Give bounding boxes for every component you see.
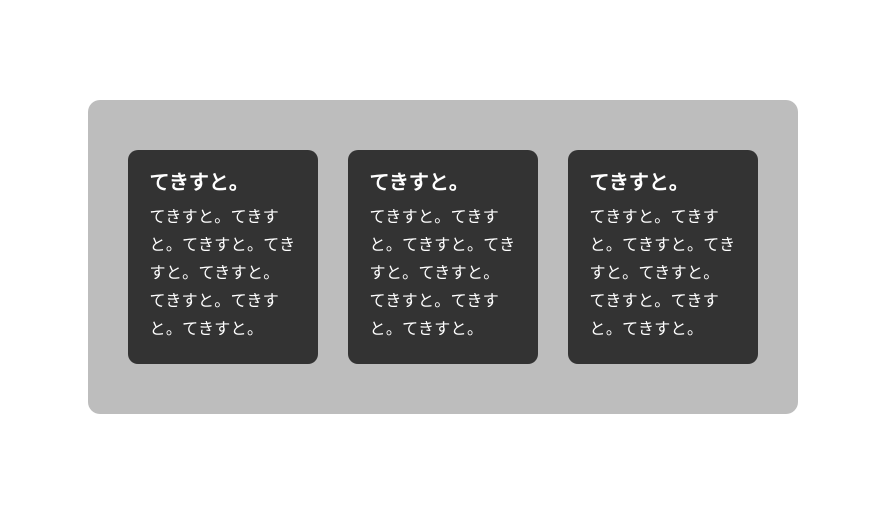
card: てきすと。 てきすと。てきすと。てきすと。てきすと。てきすと。てきすと。てきすと… — [128, 150, 318, 364]
card-title: てきすと。 — [150, 170, 296, 196]
card-container: てきすと。 てきすと。てきすと。てきすと。てきすと。てきすと。てきすと。てきすと… — [88, 100, 798, 414]
card-body: てきすと。てきすと。てきすと。てきすと。てきすと。てきすと。てきすと。てきすと。 — [590, 204, 736, 344]
card-title: てきすと。 — [590, 170, 736, 196]
card: てきすと。 てきすと。てきすと。てきすと。てきすと。てきすと。てきすと。てきすと… — [568, 150, 758, 364]
card-body: てきすと。てきすと。てきすと。てきすと。てきすと。てきすと。てきすと。てきすと。 — [370, 204, 516, 344]
card-title: てきすと。 — [370, 170, 516, 196]
card-body: てきすと。てきすと。てきすと。てきすと。てきすと。てきすと。てきすと。てきすと。 — [150, 204, 296, 344]
card: てきすと。 てきすと。てきすと。てきすと。てきすと。てきすと。てきすと。てきすと… — [348, 150, 538, 364]
